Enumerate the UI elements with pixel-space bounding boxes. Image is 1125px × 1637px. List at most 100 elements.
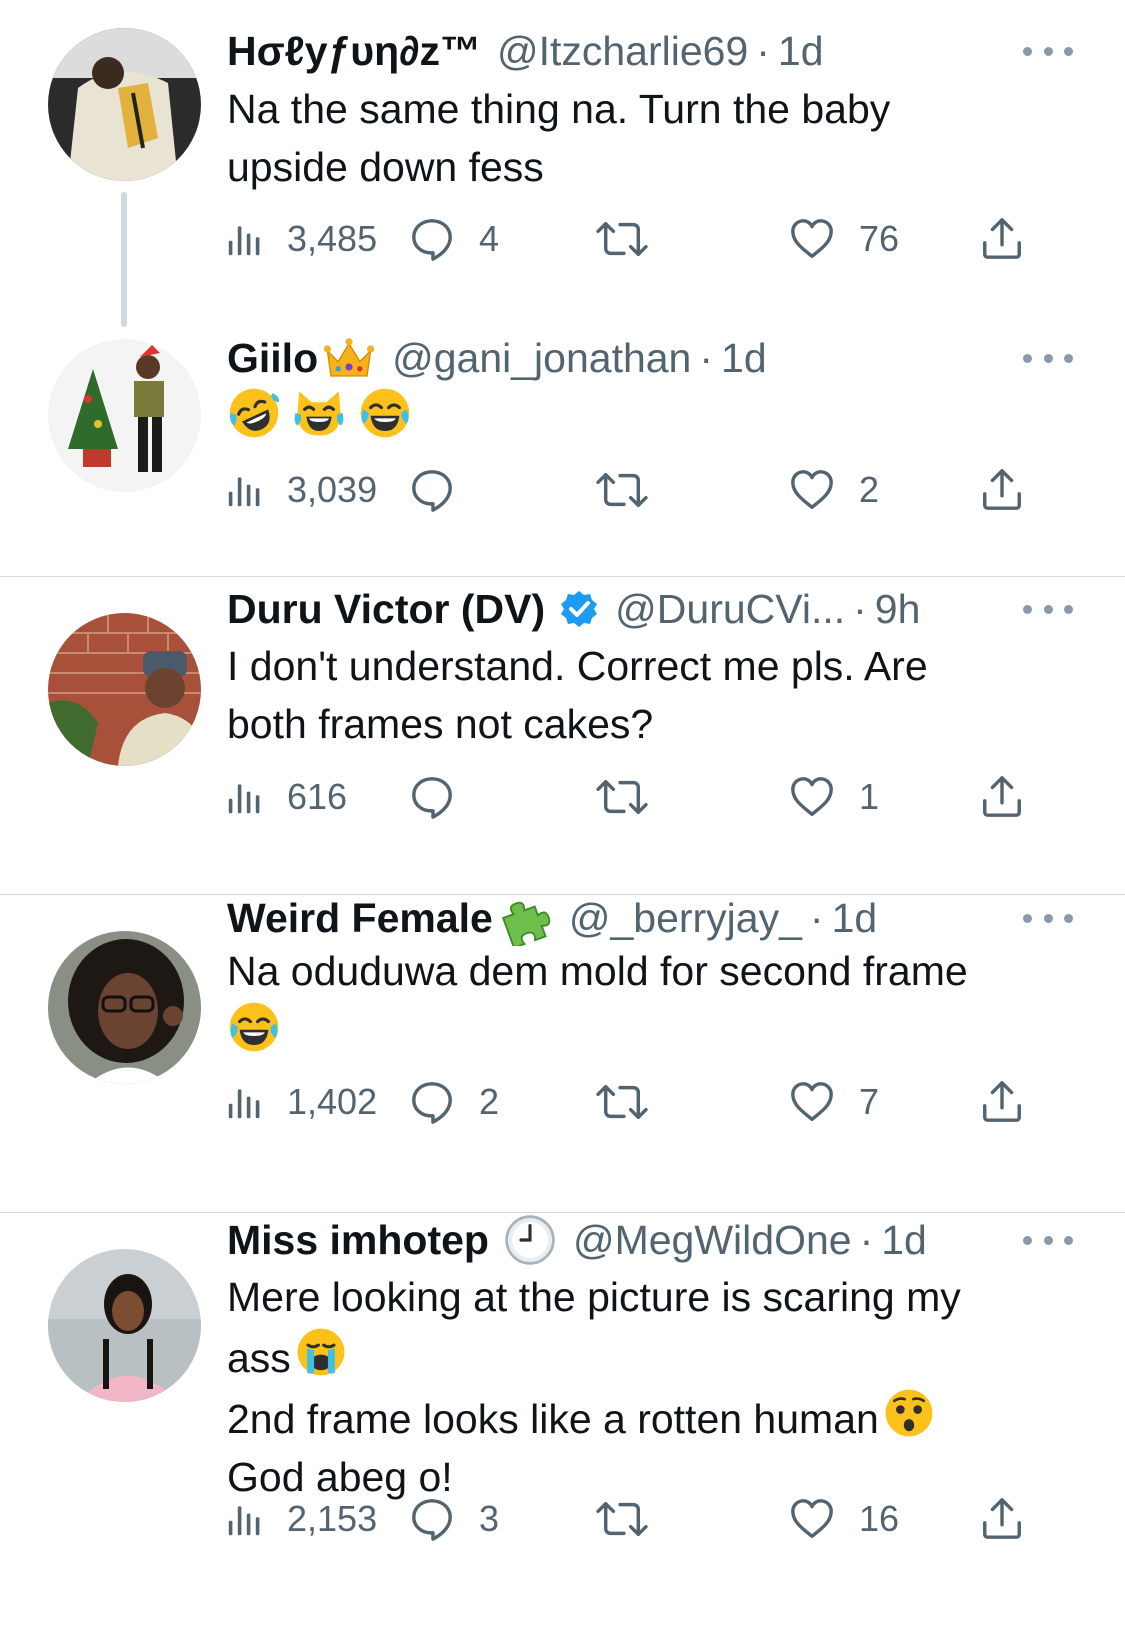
separator: · [853,586,867,632]
reply-icon [409,774,455,820]
display-name[interactable]: Duru Victor (DV) [227,581,545,637]
separator: · [809,895,824,941]
like-button[interactable]: 16 [789,1489,899,1549]
like-button[interactable]: 1 [789,767,879,827]
share-button[interactable] [979,209,1025,269]
like-icon [789,1079,835,1125]
text-line: both frames not cakes? [227,701,654,747]
retweet-button[interactable] [595,767,649,827]
reply-count: 2 [479,1081,500,1122]
views-button[interactable]: 3,039 [227,460,377,520]
tweet-text: Na the same thing na. Turn the baby upsi… [227,80,1065,196]
views-icon [227,221,263,257]
crown-icon [322,331,376,385]
reply-icon [409,1079,455,1125]
crying-face-icon [295,1326,347,1378]
retweet-button[interactable] [595,1072,649,1132]
retweet-button[interactable] [595,209,649,269]
like-button[interactable]: 2 [789,460,879,520]
display-name[interactable]: Hσℓуƒυη∂z™ [227,23,481,79]
like-button[interactable]: 7 [789,1072,879,1132]
reply-button[interactable]: 3 [409,1489,499,1549]
reply-count: 4 [479,218,500,259]
display-name[interactable]: Weird Female [227,890,493,946]
timestamp[interactable]: 1d [881,1212,927,1268]
tweet-5[interactable]: Miss imhotep @MegWildOne · 1d Mere looki… [0,1213,1125,1637]
like-count: 76 [859,218,900,259]
puzzle-piece-icon [497,890,553,946]
more-options-icon[interactable] [1023,1212,1073,1268]
reply-button[interactable]: 4 [409,209,499,269]
share-button[interactable] [979,1072,1025,1132]
more-options-icon[interactable] [1023,890,1073,946]
retweet-icon [595,467,649,513]
handle[interactable]: @DuruCVi... [615,581,845,637]
handle[interactable]: @gani_jonathan [392,330,691,386]
timestamp[interactable]: 1d [721,330,767,386]
avatar[interactable] [48,339,201,492]
text-line: Na oduduwa dem mold for second frame [227,948,968,994]
views-button[interactable]: 616 [227,767,347,827]
display-name[interactable]: Miss imhotep [227,1212,489,1268]
retweet-icon [595,1496,649,1542]
like-button[interactable]: 76 [789,209,899,269]
share-icon [979,1496,1025,1542]
timestamp[interactable]: 1d [832,890,878,946]
views-count: 616 [287,776,348,817]
text-line: ass [227,1335,291,1381]
more-options-icon[interactable] [1023,330,1073,386]
retweet-icon [595,216,649,262]
tweet-header: Miss imhotep @MegWildOne · 1d [227,1212,1035,1268]
tweet-text: I don't understand. Correct me pls. Are … [227,637,1065,753]
views-button[interactable]: 3,485 [227,209,377,269]
action-bar: 2,153 3 16 [227,1489,1077,1549]
tweet-text: Na oduduwa dem mold for second frame [227,942,1065,1063]
tweet-2[interactable]: Giilo @gani_jonathan · 1d 3,039 2 [0,330,1125,576]
action-bar: 3,485 4 76 [227,209,1077,269]
timestamp[interactable]: 9h [875,581,921,637]
tweet-3[interactable]: Duru Victor (DV) @DuruCVi... · 9h I don'… [0,577,1125,894]
timestamp[interactable]: 1d [778,23,824,79]
retweet-button[interactable] [595,460,649,520]
retweet-button[interactable] [595,1489,649,1549]
reply-button[interactable] [409,460,455,520]
separator: · [859,1217,874,1263]
text-line: I don't understand. Correct me pls. Are [227,643,928,689]
views-button[interactable]: 1,402 [227,1072,377,1132]
handle[interactable]: @MegWildOne [573,1212,852,1268]
tweet-4[interactable]: Weird Female @_berryjay_ · 1d Na oduduwa… [0,895,1125,1212]
reply-icon [409,467,455,513]
like-count: 2 [859,469,880,510]
handle[interactable]: @_berryjay_ [569,890,802,946]
avatar[interactable] [48,931,201,1084]
tweet-text [227,386,1065,446]
handle[interactable]: @Itzcharlie69 [497,23,748,79]
share-button[interactable] [979,767,1025,827]
text-line: Na the same thing na. Turn the baby [227,86,891,132]
reply-icon [409,1496,455,1542]
more-options-icon[interactable] [1023,581,1073,637]
action-bar: 3,039 2 [227,460,1077,520]
reply-button[interactable] [409,767,455,827]
retweet-icon [595,774,649,820]
avatar[interactable] [48,613,201,766]
display-name[interactable]: Giilo [227,330,318,386]
like-count: 7 [859,1081,880,1122]
views-count: 1,402 [287,1081,378,1122]
avatar[interactable] [48,1249,201,1402]
share-button[interactable] [979,460,1025,520]
share-icon [979,216,1025,262]
more-options-icon[interactable] [1023,23,1073,79]
like-count: 1 [859,776,880,817]
avatar[interactable] [48,28,201,181]
reply-button[interactable]: 2 [409,1072,499,1132]
views-button[interactable]: 2,153 [227,1489,377,1549]
rolling-on-floor-laughing-icon [227,386,281,440]
tweet-header: Weird Female @_berryjay_ · 1d [227,890,1035,946]
views-icon [227,1501,263,1537]
tweet-1[interactable]: Hσℓуƒυη∂z™ @Itzcharlie69 · 1d Na the sam… [0,0,1125,330]
views-count: 3,485 [287,218,378,259]
share-button[interactable] [979,1489,1025,1549]
astonished-face-icon [883,1387,935,1439]
text-line: Mere looking at the picture is scaring m… [227,1274,961,1320]
